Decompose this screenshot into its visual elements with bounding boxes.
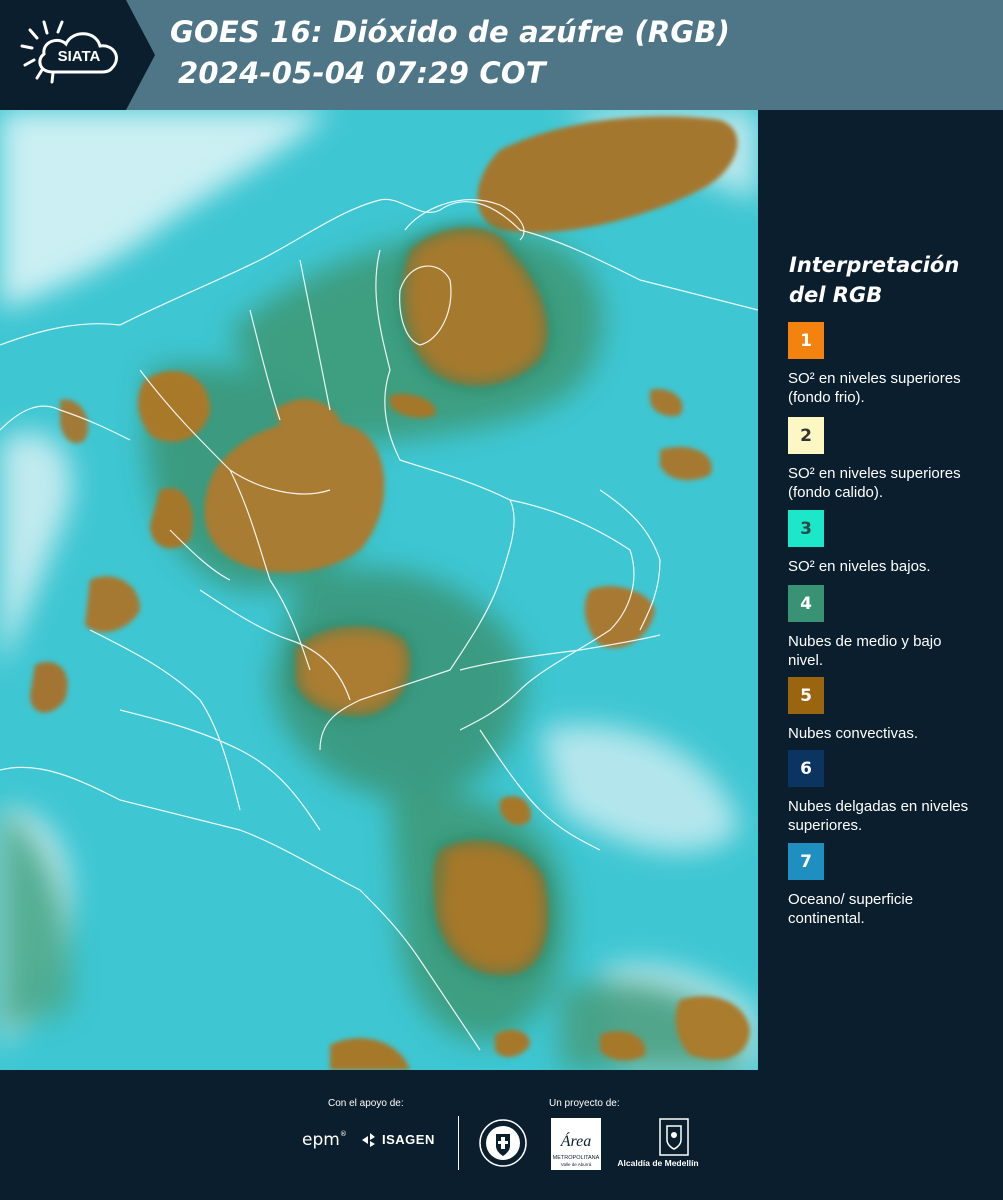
legend-swatch-4: 4 (788, 585, 824, 622)
satellite-map[interactable] (0, 110, 758, 1070)
isagen-logo-text: ISAGEN (382, 1132, 435, 1147)
area-subtitle2-text: Valle de Aburrá (561, 1162, 592, 1167)
isagen-icon (362, 1132, 375, 1147)
legend-desc-7: Oceano/ superficie continental. (788, 891, 914, 927)
legend-item-1: 1 SO² en niveles superiores (fondo frio)… (788, 322, 998, 407)
siata-logo-text: SIATA (58, 48, 101, 65)
legend-swatch-3: 3 (788, 510, 824, 547)
header-bar: SIATA GOES 16: Dióxido de azúfre (RGB) 2… (0, 0, 1003, 110)
timestamp: 2024-05-04 07:29 COT (178, 56, 546, 90)
legend-item-3: 3 SO² en niveles bajos. (788, 510, 998, 576)
legend-item-2: 2 SO² en niveles superiores (fondo calid… (788, 417, 998, 522)
legend-swatch-5: 5 (788, 677, 824, 714)
legend-desc-5: Nubes convectivas. (788, 725, 919, 742)
epm-logo-text: epm (302, 1130, 340, 1150)
area-subtitle-text: METROPOLITANA (553, 1155, 600, 1161)
area-metropolitana-logo[interactable]: Área METROPOLITANA Valle de Aburrá (551, 1118, 601, 1175)
legend-swatch-2: 2 (788, 417, 824, 454)
legend-item-5: 5 Nubes convectivas. (788, 677, 998, 743)
legend-swatch-7: 7 (788, 843, 824, 880)
legend-panel: Interpretación del RGB 1 SO² en niveles … (758, 110, 1003, 1070)
alcaldia-logo[interactable]: Alcaldía de Medellín (612, 1118, 704, 1168)
page-title: GOES 16: Dióxido de azúfre (RGB) (170, 15, 731, 49)
alcaldia-text: Alcaldía de Medellín (617, 1158, 699, 1168)
siata-logo[interactable]: SIATA (0, 0, 158, 110)
epm-logo[interactable]: epm® (302, 1130, 347, 1150)
footer: Con el apoyo de: Un proyecto de: epm® IS… (0, 1070, 1003, 1200)
footer-divider (458, 1116, 459, 1170)
legend-desc-1: SO² en niveles superiores (fondo frio). (788, 370, 961, 406)
legend-item-7: 7 Oceano/ superficie continental. (788, 843, 998, 928)
legend-title: Interpretación del RGB (789, 253, 960, 307)
legend-swatch-1: 1 (788, 322, 824, 359)
legend-desc-4: Nubes de medio y bajo nivel. (788, 633, 942, 669)
legend-swatch-6: 6 (788, 750, 824, 787)
project-label: Un proyecto de: (549, 1098, 620, 1109)
legend-item-4: 4 Nubes de medio y bajo nivel. (788, 585, 998, 670)
legend-desc-3: SO² en niveles bajos. (788, 558, 931, 575)
medellin-seal-logo[interactable] (478, 1118, 528, 1173)
legend-desc-6: Nubes delgadas en niveles superiores. (788, 798, 969, 834)
isagen-logo[interactable]: ISAGEN (362, 1132, 435, 1147)
area-name-text: Área (560, 1131, 592, 1150)
legend-item-6: 6 Nubes delgadas en niveles superiores. (788, 750, 998, 835)
support-label: Con el apoyo de: (328, 1098, 404, 1109)
